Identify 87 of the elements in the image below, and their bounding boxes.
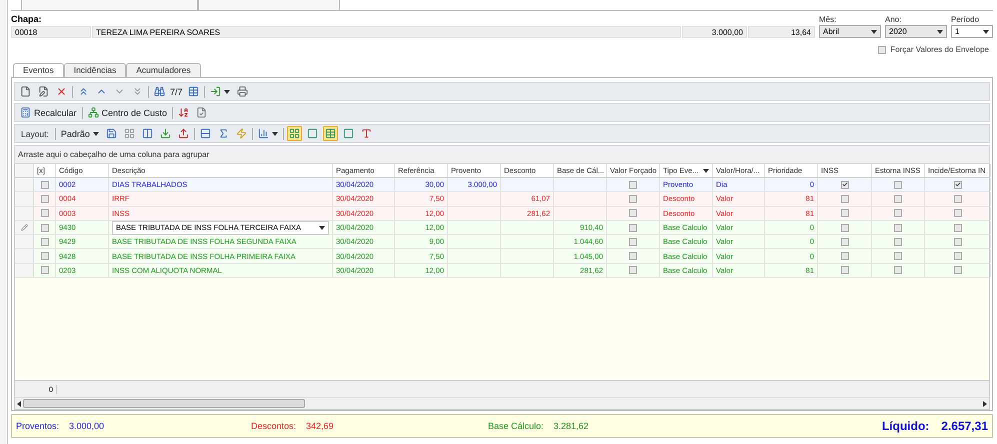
checkbox[interactable] (629, 252, 637, 260)
scroll-right-icon[interactable] (983, 400, 987, 406)
checkbox[interactable] (894, 194, 902, 203)
checkbox[interactable] (40, 224, 48, 232)
checkbox[interactable] (954, 252, 962, 260)
checkbox[interactable] (894, 266, 902, 274)
checkbox[interactable] (840, 238, 848, 246)
checkbox[interactable] (629, 209, 637, 218)
filter-caret-icon (703, 168, 709, 172)
layout-label: Layout: (20, 128, 50, 138)
checkbox[interactable] (878, 46, 886, 54)
checkbox[interactable] (894, 252, 902, 260)
field-label: Mês: (819, 15, 838, 24)
total-value: 3.281,62 (554, 421, 589, 431)
total-value: 342,69 (306, 421, 334, 431)
value-field: 13,64 (748, 26, 815, 38)
tab[interactable]: Acumuladores (126, 63, 201, 77)
tab[interactable]: Eventos (13, 63, 64, 78)
bar-chart-icon (258, 128, 269, 139)
value-field: 3.000,00 (682, 26, 747, 38)
checkbox[interactable] (840, 180, 848, 189)
recalculate-button[interactable]: Recalcular (18, 105, 79, 120)
checkbox[interactable] (40, 194, 48, 203)
layout-dropdown[interactable]: Padrão (58, 126, 101, 140)
checkbox[interactable] (954, 224, 962, 232)
checkbox[interactable] (40, 238, 48, 246)
tab-edge[interactable] (198, 0, 340, 11)
total-label: Descontos: (251, 421, 296, 431)
arrow-in-icon (210, 86, 221, 97)
checkbox[interactable] (954, 180, 962, 189)
field-label: Ano: (885, 15, 902, 24)
checkbox[interactable] (40, 266, 48, 274)
caret-icon (983, 30, 989, 34)
checkbox[interactable] (40, 180, 48, 189)
dropdown[interactable]: 2020 (885, 25, 947, 38)
checkbox[interactable] (954, 194, 962, 203)
printer-icon[interactable] (234, 84, 250, 99)
checkbox[interactable] (840, 252, 848, 260)
search-icon[interactable] (152, 84, 167, 99)
checkbox[interactable] (629, 194, 637, 203)
checkbox[interactable] (954, 209, 962, 218)
checkbox[interactable] (629, 224, 637, 232)
dropdown[interactable]: 1 (951, 25, 993, 38)
total-label: Proventos: (16, 421, 60, 431)
checkbox[interactable] (840, 209, 848, 218)
caret-icon (871, 30, 877, 34)
tab[interactable]: Incidências (64, 63, 126, 77)
network-icon (88, 107, 99, 118)
layout-toggle[interactable] (286, 126, 302, 141)
checkbox[interactable] (840, 224, 848, 232)
code-field: 00018 (11, 26, 91, 38)
net-label: Líquido: (882, 419, 930, 433)
checkbox[interactable] (840, 266, 848, 274)
checkbox[interactable] (894, 209, 902, 218)
record-counter: 7/7 (170, 86, 183, 96)
checkbox[interactable] (840, 194, 848, 203)
checkbox[interactable] (894, 238, 902, 246)
total-label: Base Cálculo: (488, 421, 544, 431)
field-label: Período (951, 15, 980, 24)
checkbox[interactable] (629, 238, 637, 246)
name-field: TEREZA LIMA PEREIRA SOARES (92, 26, 681, 38)
checkbox-label: Forçar Valores do Envelope (890, 45, 989, 54)
checkbox[interactable] (894, 180, 902, 189)
scroll-left-icon[interactable] (17, 400, 21, 406)
checkbox[interactable] (954, 266, 962, 274)
pencil-icon (20, 224, 28, 232)
checkbox[interactable] (40, 209, 48, 218)
layout-toggle[interactable] (322, 126, 338, 141)
cost-center-button[interactable]: Centro de Custo (86, 105, 170, 120)
total-value: 3.000,00 (69, 421, 104, 431)
calculator-icon (20, 107, 31, 118)
tab-edge[interactable] (21, 0, 198, 11)
checkbox[interactable] (894, 224, 902, 232)
caret-icon (937, 30, 943, 34)
caret-icon (272, 132, 278, 136)
checkbox[interactable] (40, 252, 48, 260)
checkbox[interactable] (629, 180, 637, 189)
group-panel-hint: Arraste aqui o cabeçalho de uma coluna para agrupar (14, 145, 990, 164)
net-value: 2.657,31 (941, 419, 988, 433)
caret-icon (319, 226, 325, 230)
dropdown[interactable]: Abril (819, 25, 881, 38)
checkbox[interactable] (954, 238, 962, 246)
scrollbar-thumb[interactable] (23, 399, 305, 408)
caret-icon (224, 90, 230, 94)
checkbox[interactable] (629, 266, 637, 274)
field-label: Chapa: (11, 14, 43, 24)
caret-icon (92, 132, 99, 136)
